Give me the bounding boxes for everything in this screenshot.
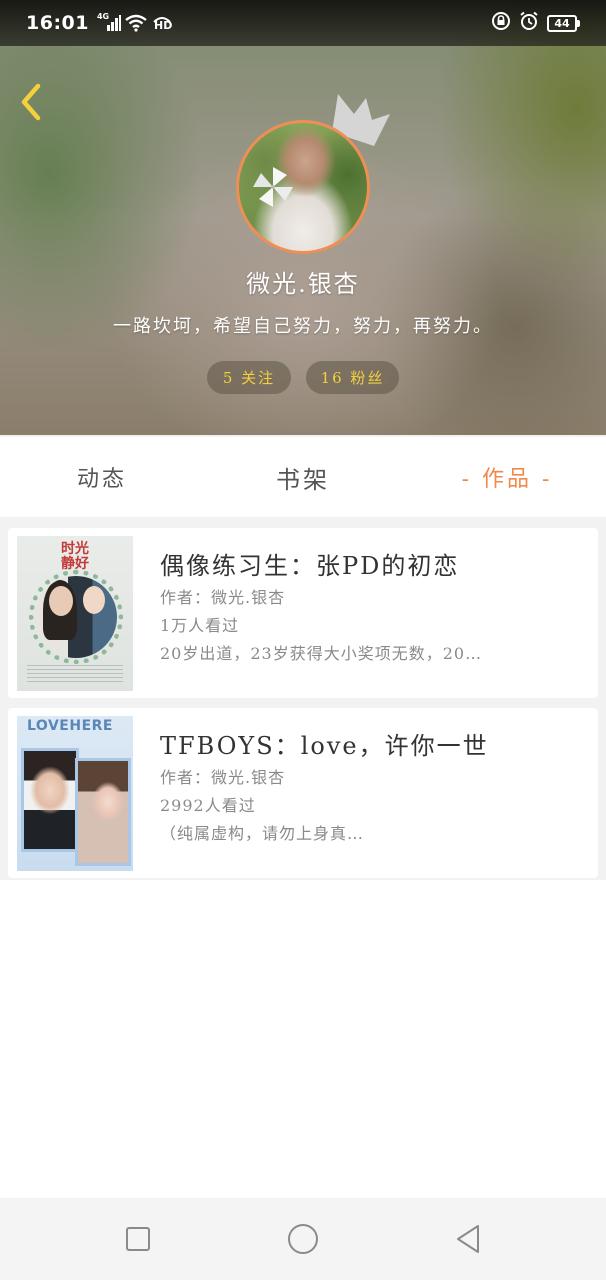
recents-button[interactable] xyxy=(121,1222,155,1256)
hd-label: HD xyxy=(153,19,173,32)
alarm-icon xyxy=(519,11,539,35)
signal-icon: 4G xyxy=(96,12,121,32)
tab-dynamics[interactable]: 动态 xyxy=(40,437,164,517)
book-author: 作者：微光.银杏 xyxy=(160,588,286,607)
avatar[interactable] xyxy=(236,120,370,254)
hd-icon: HD xyxy=(151,14,173,32)
system-nav-bar xyxy=(0,1198,606,1280)
book-description: （纯属虚构，请勿上身真… xyxy=(160,824,365,843)
book-author: 作者：微光.银杏 xyxy=(160,768,286,787)
book-view-count: 2992人看过 xyxy=(160,796,256,815)
home-button[interactable] xyxy=(286,1222,320,1256)
profile-tabs: 动态 书架 - 作品 - xyxy=(0,437,606,517)
triangle-left-icon xyxy=(457,1225,479,1253)
wifi-icon xyxy=(125,14,147,32)
book-title: TFBOYS：love，许你一世 xyxy=(160,732,489,760)
circle-icon xyxy=(288,1224,318,1254)
book-description: 20岁出道，23岁获得大小奖项无数，20… xyxy=(160,644,483,663)
book-cover: 时光静好 xyxy=(17,536,133,691)
profile-header: 16:01 4G HD 44 微光.银杏 一路坎坷，希望自己努力，努力，再努力。… xyxy=(0,0,606,435)
pinwheel-icon xyxy=(253,167,293,207)
tab-works[interactable]: - 作品 - xyxy=(440,437,574,517)
cover-title: LOVEHERE xyxy=(27,718,113,734)
book-view-count: 1万人看过 xyxy=(160,616,240,635)
username: 微光.银杏 xyxy=(246,270,360,298)
tab-bookshelf[interactable]: 书架 xyxy=(241,437,365,517)
square-icon xyxy=(126,1227,150,1251)
chevron-left-icon xyxy=(21,83,41,121)
content-empty-area xyxy=(0,880,606,1198)
battery-level: 44 xyxy=(547,14,577,32)
back-button[interactable] xyxy=(16,82,50,122)
battery-icon: 44 xyxy=(547,14,580,32)
cover-title: 时光静好 xyxy=(61,541,89,572)
work-card[interactable]: LOVEHERE TFBOYS：love，许你一世 作者：微光.银杏 2992人… xyxy=(8,708,598,878)
fans-count-button[interactable]: 16 粉丝 xyxy=(306,361,399,394)
following-count-button[interactable]: 5 关注 xyxy=(207,361,291,394)
user-bio: 一路坎坷，希望自己努力，努力，再努力。 xyxy=(113,316,493,337)
nav-back-button[interactable] xyxy=(452,1222,486,1256)
status-time: 16:01 xyxy=(26,12,89,34)
network-type-label: 4G xyxy=(96,12,110,21)
book-title: 偶像练习生：张PD的初恋 xyxy=(160,552,460,580)
lock-rotation-icon xyxy=(491,11,511,35)
work-card[interactable]: 时光静好 偶像练习生：张PD的初恋 作者：微光.银杏 1万人看过 20岁出道，2… xyxy=(8,528,598,698)
status-bar: 16:01 4G HD 44 xyxy=(0,0,606,46)
book-cover: LOVEHERE xyxy=(17,716,133,871)
